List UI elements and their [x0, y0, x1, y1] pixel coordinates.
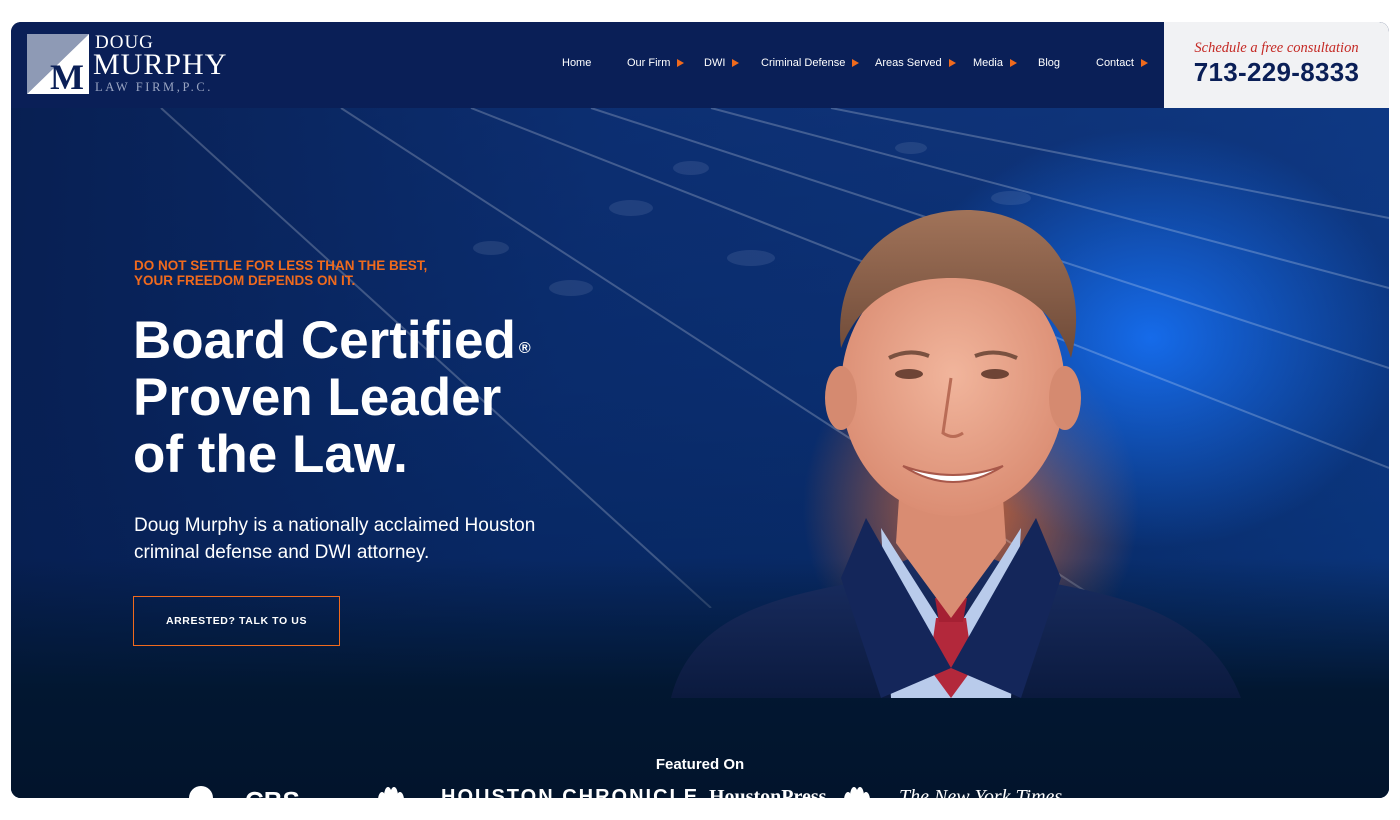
nav-item-contact[interactable]: Contact: [1096, 57, 1148, 69]
registered-mark: ®: [518, 340, 531, 357]
hero-headline: Board Certified ® Proven Leader of the La…: [133, 312, 613, 483]
tagline-line: DO NOT SETTLE FOR LESS THAN THE BEST,: [134, 258, 428, 273]
logo-line-murphy: MURPHY: [93, 48, 228, 81]
headline-line: Board Certified ®: [133, 312, 613, 369]
nav-item-criminal-defense[interactable]: Criminal Defense: [761, 57, 860, 69]
nyt-logo: The New York Times: [899, 786, 1062, 798]
nbc-logo-2: [843, 786, 871, 798]
dropdown-arrow-icon: [948, 59, 956, 67]
abc-icon: [189, 786, 213, 798]
site-header: M DOUG MURPHY LAW FIRM,P.C. Home Our Fir…: [11, 22, 1389, 108]
nbc-logo: [377, 786, 405, 798]
dropdown-arrow-icon: [852, 59, 860, 67]
cbs-logo: CBS: [245, 786, 300, 798]
logo-mark-icon: M: [27, 34, 89, 94]
logo-mark-letter: M: [50, 57, 84, 94]
abc-logo: [189, 786, 213, 798]
cbs-logo-text: CBS: [245, 786, 300, 798]
nav-item-label: Contact: [1096, 57, 1134, 69]
nav-item-blog[interactable]: Blog: [1038, 57, 1060, 69]
houston-chronicle-text: HOUSTON CHRONICLE: [441, 786, 700, 798]
dropdown-arrow-icon: [1140, 59, 1148, 67]
dropdown-arrow-icon: [677, 59, 685, 67]
firm-logo[interactable]: M DOUG MURPHY LAW FIRM,P.C.: [27, 32, 257, 98]
peacock-icon: [378, 787, 404, 798]
peacock-icon: [844, 787, 870, 798]
dropdown-arrow-icon: [1009, 59, 1017, 67]
houston-press-text: HoustonPress: [709, 786, 827, 798]
nav-item-our-firm[interactable]: Our Firm: [627, 57, 685, 69]
nav-item-label: Our Firm: [627, 57, 671, 69]
headline-line: of the Law.: [133, 425, 408, 484]
page-frame: M DOUG MURPHY LAW FIRM,P.C. Home Our Fir…: [11, 22, 1389, 798]
phone-number-link[interactable]: 713-229-8333: [1164, 57, 1389, 88]
hero-tagline: DO NOT SETTLE FOR LESS THAN THE BEST, YO…: [134, 258, 494, 288]
nav-item-areas-served[interactable]: Areas Served: [875, 57, 956, 69]
nav-item-label: Areas Served: [875, 57, 942, 69]
featured-on-heading: Featured On: [655, 756, 745, 773]
hero-section: DO NOT SETTLE FOR LESS THAN THE BEST, YO…: [11, 108, 1389, 798]
houston-press-logo: HoustonPress: [709, 786, 826, 798]
nav-item-label: Media: [973, 57, 1003, 69]
nav-item-label: Criminal Defense: [761, 57, 846, 69]
arrested-talk-to-us-button[interactable]: ARRESTED? TALK TO US: [133, 596, 340, 646]
nav-item-home[interactable]: Home: [562, 57, 591, 69]
nav-item-label: Home: [562, 57, 592, 69]
featured-logos-row: CBS HOUSTON CHRONICLE HoustonPress The N…: [181, 786, 1241, 798]
hero-subcopy: Doug Murphy is a nationally acclaimed Ho…: [134, 515, 536, 563]
nyt-logo-text: The New York Times: [899, 786, 1063, 798]
tagline-line: YOUR FREEDOM DEPENDS ON IT.: [134, 273, 356, 288]
nav-item-dwi[interactable]: DWI: [704, 57, 740, 69]
nav-item-label: Blog: [1038, 57, 1061, 69]
houston-chronicle-logo: HOUSTON CHRONICLE: [441, 786, 699, 798]
headline-text: Board Certified: [133, 311, 516, 370]
consultation-cta[interactable]: Schedule a free consultation 713-229-833…: [1164, 22, 1389, 108]
attorney-portrait-image: [671, 209, 1241, 698]
headline-line: Proven Leader: [133, 368, 502, 427]
dropdown-arrow-icon: [732, 59, 740, 67]
nav-item-label: DWI: [704, 57, 726, 69]
nav-item-media[interactable]: Media: [973, 57, 1017, 69]
consultation-label: Schedule a free consultation: [1194, 40, 1359, 56]
logo-line-lawfirm: LAW FIRM,P.C.: [95, 80, 214, 94]
